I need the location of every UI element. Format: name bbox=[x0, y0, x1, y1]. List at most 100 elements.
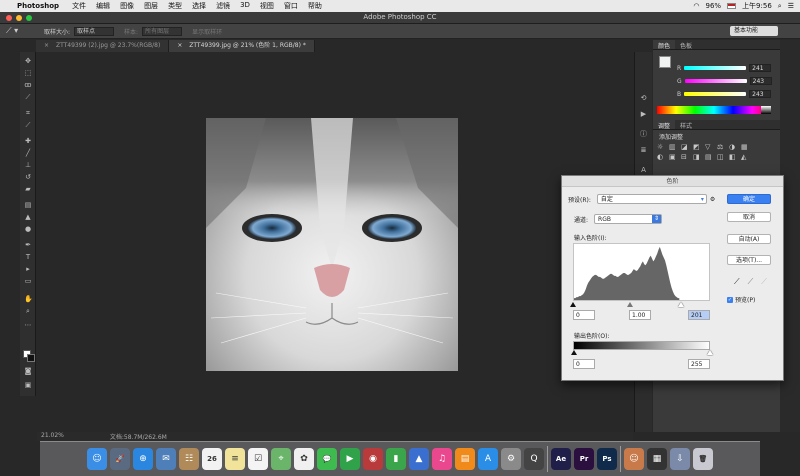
adjustment-icon[interactable]: ◫ bbox=[717, 152, 729, 162]
menu-item[interactable]: 帮助 bbox=[303, 1, 327, 11]
cancel-button[interactable]: 取消 bbox=[727, 212, 771, 222]
dock-app-quicktime[interactable]: Q bbox=[524, 448, 544, 470]
dock-app-calendar[interactable]: 26 bbox=[202, 448, 222, 470]
menu-item[interactable]: 视图 bbox=[255, 1, 279, 11]
channel-r-value[interactable]: 241 bbox=[749, 64, 772, 72]
zoom-tool-icon[interactable]: ⌕ bbox=[24, 308, 32, 315]
battery-label[interactable]: 96% bbox=[706, 2, 722, 10]
preset-select[interactable]: 自定 bbox=[596, 194, 707, 204]
quick-select-tool-icon[interactable]: ⟋ bbox=[24, 94, 32, 101]
dock-app-finder[interactable]: ☺ bbox=[87, 448, 107, 470]
menu-app-name[interactable]: Photoshop bbox=[14, 2, 67, 10]
adjustment-icon[interactable]: ◑ bbox=[729, 142, 741, 152]
dock-app-trash[interactable]: 🗑 bbox=[693, 448, 713, 470]
menu-item[interactable]: 滤镜 bbox=[211, 1, 235, 11]
close-tab-icon[interactable]: × bbox=[177, 42, 182, 49]
tab-styles[interactable]: 样式 bbox=[675, 120, 697, 130]
flag-icon[interactable] bbox=[727, 3, 737, 9]
character-panel-icon[interactable]: A bbox=[639, 166, 648, 174]
move-tool-icon[interactable]: ✥ bbox=[24, 58, 32, 65]
menu-list-icon[interactable]: ☰ bbox=[788, 2, 794, 10]
adjustment-icon[interactable]: ⚖ bbox=[717, 142, 729, 152]
fg-color-chip[interactable] bbox=[659, 56, 671, 68]
doc-size-readout[interactable]: 文档:58.7M/262.6M bbox=[110, 432, 167, 441]
gradient-tool-icon[interactable]: ▤ bbox=[24, 202, 32, 209]
zoom-readout[interactable]: 21.02% bbox=[41, 432, 64, 441]
tab-document-1[interactable]: × ZTT49399.jpg @ 21% (色阶 1, RGB/8) * bbox=[169, 40, 315, 52]
preview-checkbox[interactable]: ✓ bbox=[727, 296, 733, 303]
sample-layers-select[interactable]: 所有图层 bbox=[142, 26, 183, 36]
search-icon[interactable]: ⌕ bbox=[778, 2, 782, 11]
brush-tool-icon[interactable]: ╱ bbox=[24, 150, 32, 157]
preset-options-icon[interactable]: ⚙ bbox=[710, 196, 715, 203]
dock-app-window-thumb[interactable]: ▦ bbox=[647, 448, 667, 470]
canvas-area[interactable] bbox=[37, 52, 633, 430]
dock-app-itunes[interactable]: ♫ bbox=[432, 448, 452, 470]
dock-app-photo-booth[interactable]: ◉ bbox=[363, 448, 383, 470]
blur-tool-icon[interactable]: ▲ bbox=[24, 214, 32, 221]
menu-item[interactable]: 图像 bbox=[115, 1, 139, 11]
color-spectrum[interactable] bbox=[657, 106, 771, 114]
white-eyedropper-icon[interactable]: ⟋ bbox=[761, 277, 767, 287]
tab-swatches[interactable]: 色板 bbox=[675, 40, 697, 50]
shape-tool-icon[interactable]: ▭ bbox=[24, 278, 32, 285]
adjustment-icon[interactable]: ◧ bbox=[729, 152, 741, 162]
actions-panel-icon[interactable]: ▶ bbox=[639, 110, 648, 118]
gray-eyedropper-icon[interactable]: ⟋ bbox=[748, 277, 754, 287]
dock-app-contacts[interactable]: ☷ bbox=[179, 448, 199, 470]
dock-app-premiere[interactable]: Pr bbox=[574, 448, 594, 470]
eraser-tool-icon[interactable]: ▰ bbox=[24, 186, 32, 193]
menu-item[interactable]: 文件 bbox=[67, 1, 91, 11]
output-black-field[interactable]: 0 bbox=[573, 359, 595, 369]
lasso-tool-icon[interactable]: ꝏ bbox=[24, 82, 32, 89]
dock-app-downloads[interactable]: ⇩ bbox=[670, 448, 690, 470]
more-tools-icon[interactable]: ⋯ bbox=[24, 322, 32, 329]
eyedropper-tool-icon[interactable]: ⟋ ▾ bbox=[0, 26, 34, 36]
black-eyedropper-icon[interactable]: ⟋ bbox=[734, 277, 740, 287]
channel-g-value[interactable]: 243 bbox=[749, 77, 772, 85]
adjustment-icon[interactable]: ▤ bbox=[705, 152, 717, 162]
dock-app-app-store[interactable]: A bbox=[478, 448, 498, 470]
eyedropper-tool-icon[interactable]: ⟋ bbox=[24, 122, 32, 129]
adjustment-icon[interactable]: ◭ bbox=[741, 152, 753, 162]
menu-item[interactable]: 编辑 bbox=[91, 1, 115, 11]
input-black-slider[interactable] bbox=[570, 302, 576, 307]
close-tab-icon[interactable]: × bbox=[44, 42, 49, 49]
sample-size-select[interactable]: 取样点 bbox=[74, 26, 115, 36]
marquee-tool-icon[interactable]: ⬚ bbox=[24, 70, 32, 77]
input-white-field[interactable]: 201 bbox=[688, 310, 710, 320]
dock-app-launchpad[interactable]: 🚀 bbox=[110, 448, 130, 470]
adjustment-icon[interactable]: ◪ bbox=[681, 142, 693, 152]
history-brush-tool-icon[interactable]: ↺ bbox=[24, 174, 32, 181]
adjustment-icon[interactable]: ▦ bbox=[741, 142, 753, 152]
options-button[interactable]: 选项(T)... bbox=[727, 255, 771, 265]
show-ring-checkbox[interactable]: 显示取样环 bbox=[192, 27, 222, 36]
pen-tool-icon[interactable]: ✒ bbox=[24, 242, 32, 249]
background-color-swatch[interactable] bbox=[27, 354, 35, 362]
adjustment-icon[interactable]: ▽ bbox=[705, 142, 717, 152]
history-panel-icon[interactable]: ⟲ bbox=[639, 94, 648, 102]
adjustment-icon[interactable]: ☼ bbox=[657, 142, 669, 152]
menu-item[interactable]: 选择 bbox=[187, 1, 211, 11]
channel-b-value[interactable]: 243 bbox=[749, 90, 772, 98]
dock-app-system-preferences[interactable]: ⚙ bbox=[501, 448, 521, 470]
tab-color[interactable]: 颜色 bbox=[653, 40, 676, 50]
menu-item[interactable]: 3D bbox=[235, 1, 255, 11]
dodge-tool-icon[interactable]: ● bbox=[24, 226, 32, 233]
dock-app-maps[interactable]: ⌖ bbox=[271, 448, 291, 470]
adjustment-icon[interactable]: ⊟ bbox=[681, 152, 693, 162]
adjustment-icon[interactable]: ◩ bbox=[693, 142, 705, 152]
dock-app-reminders[interactable]: ☑ bbox=[248, 448, 268, 470]
dock-app-facetime[interactable]: ▶ bbox=[340, 448, 360, 470]
dock-app-mail[interactable]: ✉ bbox=[156, 448, 176, 470]
adjustment-icon[interactable]: ▥ bbox=[669, 142, 681, 152]
dock-app-photoshop[interactable]: Ps bbox=[597, 448, 617, 470]
clock-label[interactable]: 上午9:56 bbox=[742, 1, 772, 11]
hand-tool-icon[interactable]: ✋ bbox=[24, 296, 33, 303]
tab-document-2[interactable]: × ZTT49399 (2).jpg @ 23.7%(RGB/8) bbox=[36, 40, 170, 52]
quick-mask-icon[interactable]: ◙ bbox=[24, 368, 32, 375]
path-select-tool-icon[interactable]: ▸ bbox=[24, 266, 32, 273]
dock-app-after-effects[interactable]: Ae bbox=[551, 448, 571, 470]
dock-app-photos[interactable]: ✿ bbox=[294, 448, 314, 470]
input-white-slider[interactable] bbox=[678, 302, 684, 307]
